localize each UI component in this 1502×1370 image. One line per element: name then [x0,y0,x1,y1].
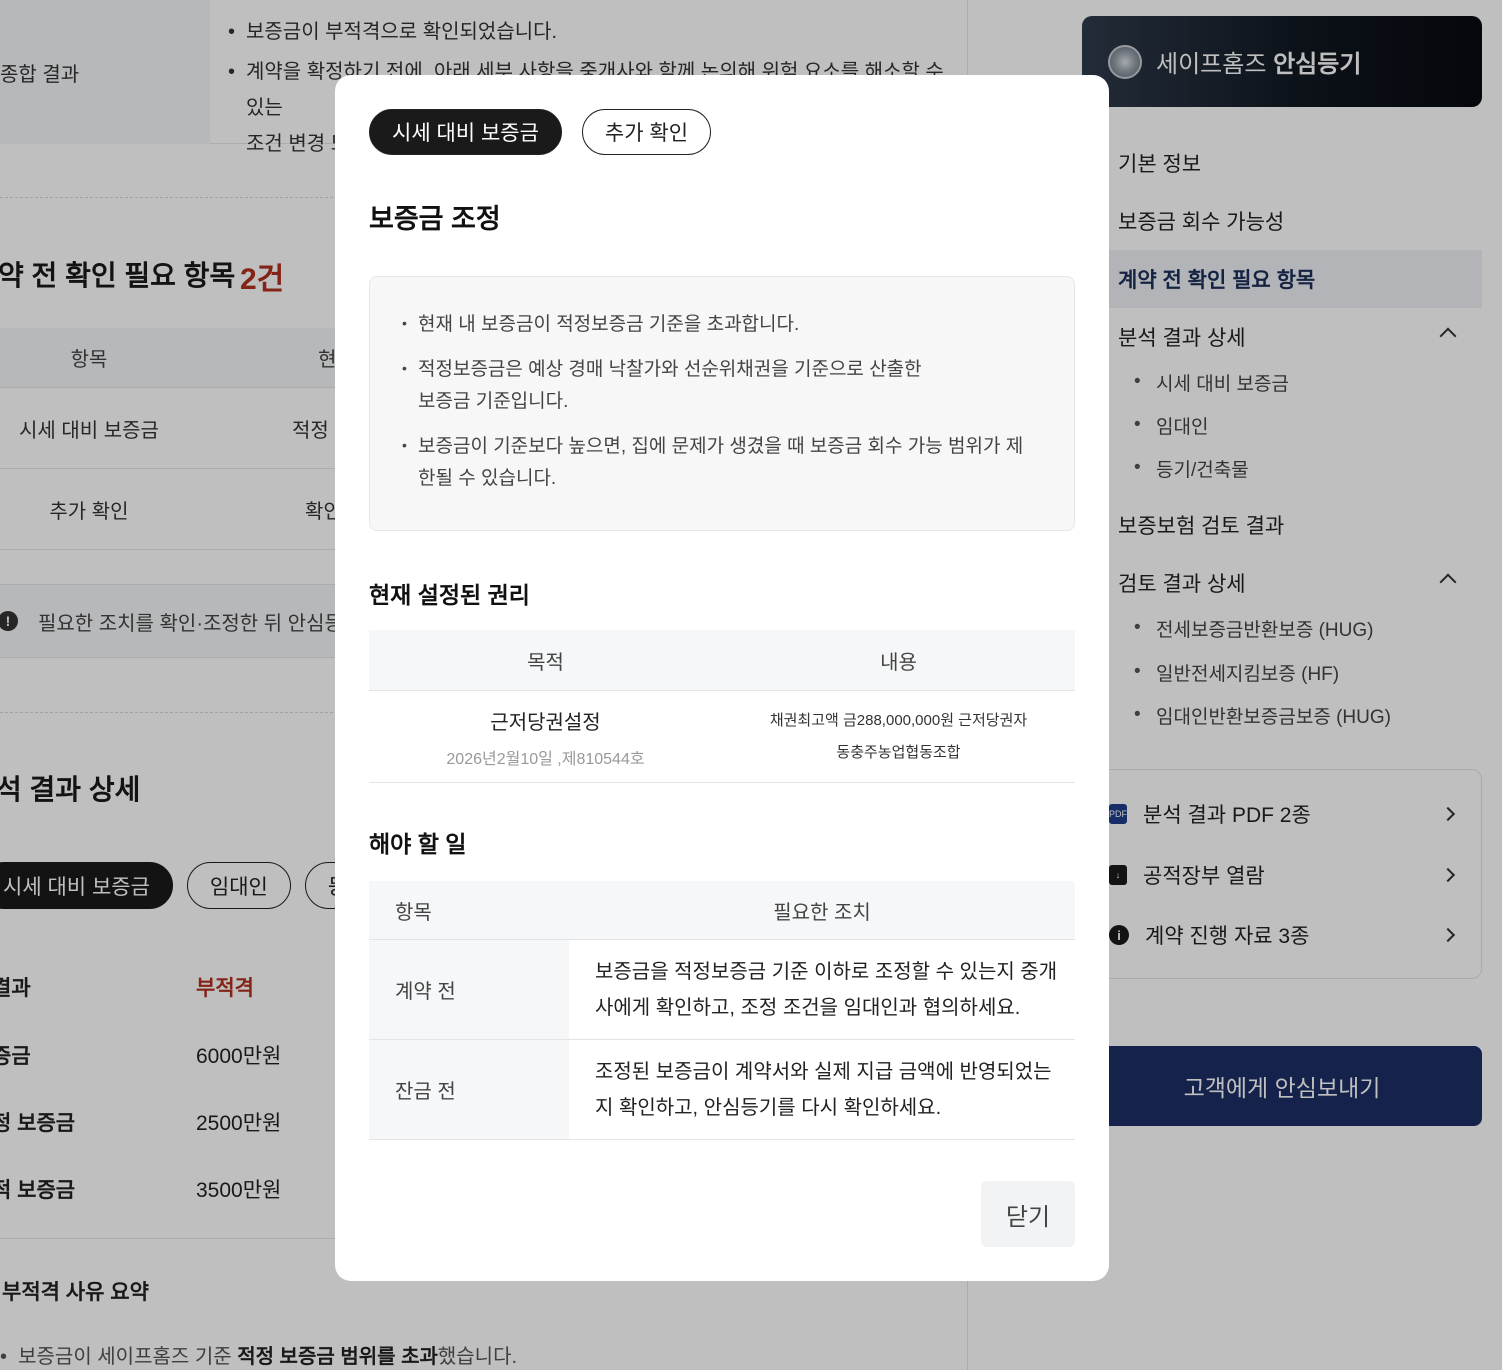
todo-stage: 계약 전 [369,940,569,1039]
todo-action: 보증금을 적정보증금 기준 이하로 조정할 수 있는지 중개사에게 확인하고, … [595,960,1058,1019]
deposit-adjust-modal: 시세 대비 보증금 추가 확인 보증금 조정 현재 내 보증금이 적정보증금 기… [335,75,1109,1281]
rights-header-purpose: 목적 [527,652,564,674]
rights-purpose-cell: 근저당권설정 2026년2월10일 ,제810544호 [369,691,722,783]
rights-header-content: 내용 [880,652,917,674]
rights-section-title: 현재 설정된 권리 [369,582,530,608]
rights-content-cell: 채권최고액 금288,000,000원 근저당권자 동충주농업협동조합 [722,691,1075,783]
rights-date: 2026년2월10일 ,제810544호 [446,750,645,768]
info-bullet: 현재 내 보증금이 적정보증금 기준을 초과합니다. [402,307,1038,341]
table-row: 잔금 전 조정된 보증금이 계약서와 실제 지급 금액에 반영되었는지 확인하고… [369,1040,1075,1140]
modal-title: 보증금 조정 [369,204,501,234]
rights-table-header: 목적 내용 [369,630,1075,691]
close-button[interactable]: 닫기 [981,1181,1075,1247]
modal-tabs: 시세 대비 보증금 추가 확인 [369,109,712,155]
todo-table-header: 항목 필요한 조치 [369,881,1075,940]
info-bullet: 적정보증금은 예상 경매 낙찰가와 선순위채권을 기준으로 산출한 보증금 기준… [402,352,1038,418]
table-row: 계약 전 보증금을 적정보증금 기준 이하로 조정할 수 있는지 중개사에게 확… [369,940,1075,1040]
rights-content-line: 채권최고액 금288,000,000원 근저당권자 [769,712,1028,729]
todo-action: 조정된 보증금이 계약서와 실제 지급 금액에 반영되었는지 확인하고, 안심등… [595,1060,1052,1119]
todo-section-title: 해야 할 일 [369,831,467,857]
todo-header-item: 항목 [395,902,432,924]
info-box: 현재 내 보증금이 적정보증금 기준을 초과합니다. 적정보증금은 예상 경매 … [369,276,1075,531]
todo-table: 항목 필요한 조치 계약 전 보증금을 적정보증금 기준 이하로 조정할 수 있… [369,881,1075,1140]
tab-price-vs-deposit[interactable]: 시세 대비 보증금 [369,109,562,155]
tab-additional-check[interactable]: 추가 확인 [581,109,712,155]
todo-header-action: 필요한 조치 [773,902,871,924]
rights-content-line: 동충주농업협동조합 [836,744,961,761]
info-bullet: 보증금이 기준보다 높으면, 집에 문제가 생겼을 때 보증금 회수 가능 범위… [402,429,1038,495]
rights-purpose: 근저당권설정 [490,711,601,734]
table-row: 근저당권설정 2026년2월10일 ,제810544호 채권최고액 금288,0… [369,691,1075,783]
rights-table: 목적 내용 근저당권설정 2026년2월10일 ,제810544호 채권최고액 … [369,630,1075,783]
todo-stage: 잔금 전 [369,1040,569,1139]
